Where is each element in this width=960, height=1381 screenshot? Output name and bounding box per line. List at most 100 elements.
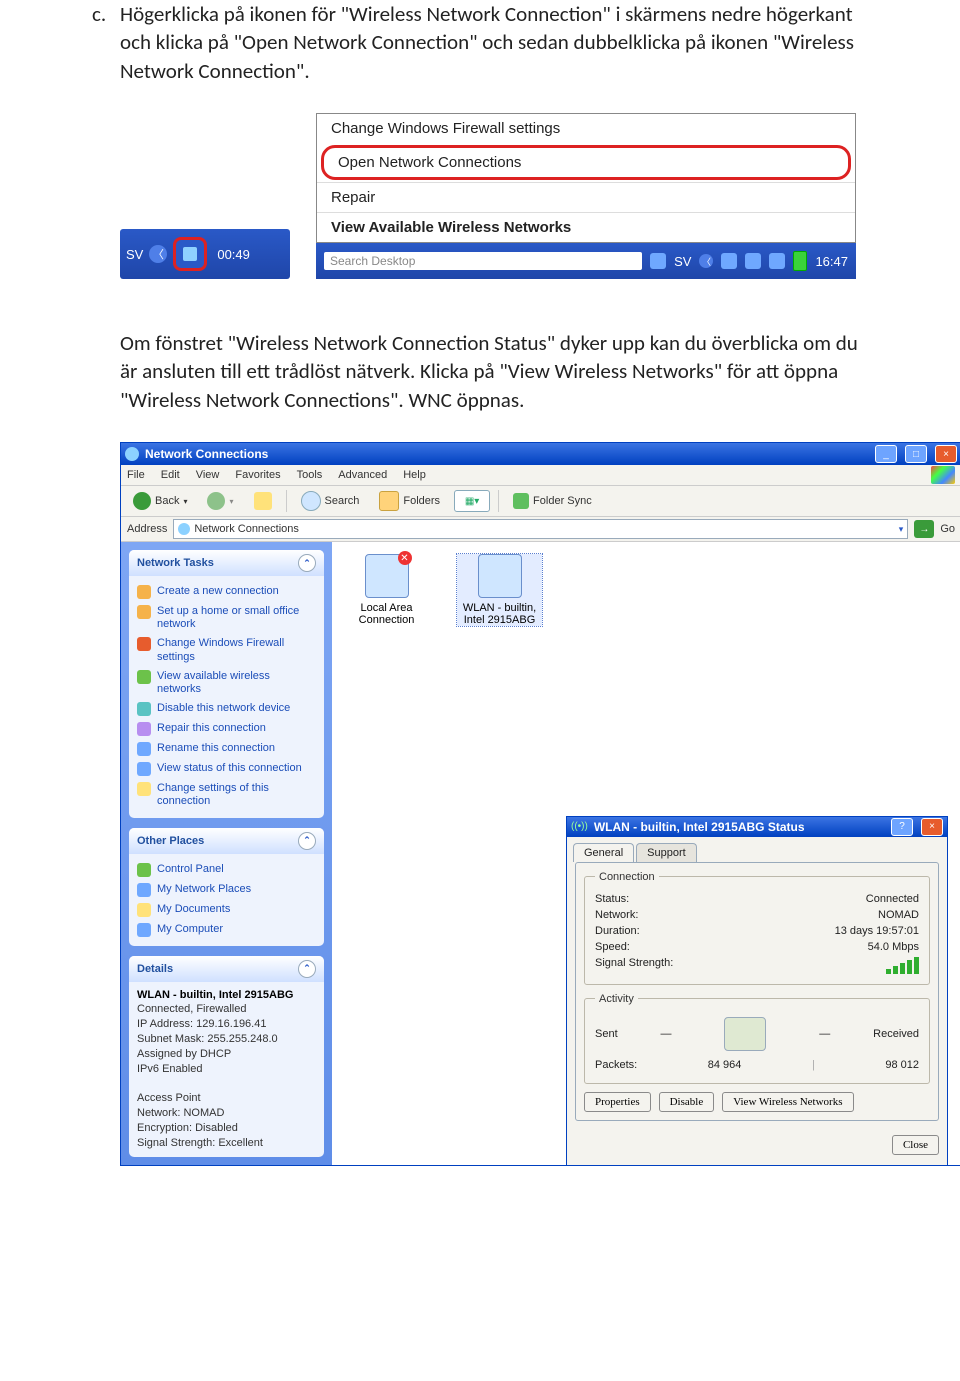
desktop-search-input[interactable]: Search Desktop <box>324 252 642 270</box>
windows-logo-icon <box>931 466 955 484</box>
network-label: Network: <box>595 909 638 921</box>
details-ap-label: Access Point <box>137 1092 201 1104</box>
views-button[interactable]: ▦▾ <box>454 490 490 512</box>
task-item[interactable]: Rename this connection <box>137 739 316 759</box>
collapse-icon[interactable]: ⌃ <box>298 554 316 572</box>
list-marker: c. <box>92 0 106 28</box>
connection-wlan[interactable]: WLAN - builtin, Intel 2915ABG <box>457 554 542 626</box>
tray-icon[interactable] <box>721 253 737 269</box>
task-item[interactable]: Change Windows Firewall settings <box>137 634 316 666</box>
details-name: WLAN - builtin, Intel 2915ABG <box>137 989 293 1001</box>
packets-label: Packets: <box>595 1059 637 1071</box>
clock: 16:47 <box>815 254 848 269</box>
activity-group: Activity Sent — — Received Packets: 84 9… <box>584 993 930 1084</box>
task-item[interactable]: Create a new connection <box>137 582 316 602</box>
language-indicator[interactable]: SV <box>674 254 691 269</box>
tray-expand-icon[interactable]: 〈 <box>149 245 167 263</box>
details-ip: 129.16.196.41 <box>196 1018 266 1030</box>
view-wireless-button[interactable]: View Wireless Networks <box>722 1092 853 1112</box>
place-item[interactable]: My Documents <box>137 900 316 920</box>
back-button[interactable]: Back▾ <box>127 490 193 512</box>
task-item[interactable]: View status of this connection <box>137 759 316 779</box>
address-dropdown-icon[interactable]: ▾ <box>899 524 904 535</box>
maximize-button[interactable]: □ <box>905 445 927 463</box>
menu-item-view-networks[interactable]: View Available Wireless Networks <box>317 212 855 242</box>
menu-advanced[interactable]: Advanced <box>338 469 387 481</box>
menu-item-open-connections[interactable]: Open Network Connections <box>321 145 851 180</box>
tray-expand-icon[interactable]: 〈 <box>699 254 713 268</box>
language-indicator[interactable]: SV <box>126 247 143 262</box>
tray-icon[interactable] <box>769 253 785 269</box>
window-title: Network Connections <box>145 447 867 461</box>
menu-edit[interactable]: Edit <box>161 469 180 481</box>
toolbar: Back▾ ▾ Search Folders ▦▾ Folder Sync <box>121 486 960 517</box>
place-item[interactable]: My Computer <box>137 920 316 940</box>
menu-favorites[interactable]: Favorites <box>235 469 280 481</box>
connection-group: Connection Status:Connected Network:NOMA… <box>584 871 930 985</box>
close-button[interactable]: × <box>921 818 943 836</box>
clock: 00:49 <box>217 247 250 262</box>
details-panel: Details⌃ WLAN - builtin, Intel 2915ABG C… <box>129 956 324 1157</box>
search-go-icon[interactable] <box>650 253 666 269</box>
received-label: Received <box>873 1028 919 1040</box>
go-button[interactable]: → <box>914 520 934 538</box>
disable-button[interactable]: Disable <box>659 1092 715 1112</box>
tray-icon[interactable] <box>745 253 761 269</box>
help-button[interactable]: ? <box>891 818 913 836</box>
close-button[interactable]: × <box>935 445 957 463</box>
packets-received: 98 012 <box>885 1059 919 1071</box>
details-mask: 255.255.248.0 <box>207 1033 277 1045</box>
menu-view[interactable]: View <box>196 469 220 481</box>
window-icon <box>125 447 139 461</box>
minimize-button[interactable]: _ <box>875 445 897 463</box>
duration-value: 13 days 19:57:01 <box>835 925 919 937</box>
collapse-icon[interactable]: ⌃ <box>298 832 316 850</box>
paragraph-1: Högerklicka på ikonen för "Wireless Netw… <box>120 1 854 84</box>
close-dialog-button[interactable]: Close <box>892 1135 939 1155</box>
folders-button[interactable]: Folders <box>373 489 446 513</box>
details-dhcp: Assigned by DHCP <box>137 1048 231 1060</box>
tab-support[interactable]: Support <box>636 843 697 862</box>
connection-label: Local Area Connection <box>359 602 415 626</box>
collapse-icon[interactable]: ⌃ <box>298 960 316 978</box>
details-ipv6: IPv6 Enabled <box>137 1063 202 1075</box>
forward-button[interactable]: ▾ <box>201 490 239 512</box>
taskbar-large: Search Desktop SV 〈 16:47 <box>316 243 856 279</box>
search-button[interactable]: Search <box>295 489 366 513</box>
connection-icon <box>478 554 522 598</box>
signal-bars-icon <box>886 957 919 974</box>
other-places-panel: Other Places⌃ Control Panel My Network P… <box>129 828 324 946</box>
titlebar[interactable]: Network Connections _ □ × <box>121 443 960 465</box>
signal-icon: ((•)) <box>571 821 588 832</box>
task-item[interactable]: View available wireless networks <box>137 667 316 699</box>
place-item[interactable]: My Network Places <box>137 880 316 900</box>
task-item[interactable]: Change settings of this connection <box>137 779 316 811</box>
taskbar-small: SV 〈 00:49 <box>120 229 290 279</box>
address-field[interactable]: Network Connections ▾ <box>173 519 908 539</box>
go-label: Go <box>940 523 955 535</box>
address-icon <box>178 523 190 535</box>
details-sig: Excellent <box>218 1137 263 1149</box>
wireless-tray-icon[interactable] <box>173 237 207 271</box>
menu-tools[interactable]: Tools <box>297 469 323 481</box>
task-item[interactable]: Set up a home or small office network <box>137 602 316 634</box>
tab-general[interactable]: General <box>573 843 634 862</box>
task-item[interactable]: Repair this connection <box>137 719 316 739</box>
menu-help[interactable]: Help <box>403 469 426 481</box>
details-state: Connected, Firewalled <box>137 1003 246 1015</box>
up-button[interactable] <box>248 490 278 512</box>
connection-local-area[interactable]: Local Area Connection <box>344 554 429 626</box>
menu-item-repair[interactable]: Repair <box>317 182 855 212</box>
details-ip-label: IP Address: <box>137 1018 193 1030</box>
status-label: Status: <box>595 893 629 905</box>
connection-label: WLAN - builtin, Intel 2915ABG <box>463 602 536 626</box>
menu-item-firewall[interactable]: Change Windows Firewall settings <box>317 114 855 143</box>
task-item[interactable]: Disable this network device <box>137 699 316 719</box>
battery-icon[interactable] <box>793 251 807 271</box>
menu-file[interactable]: File <box>127 469 145 481</box>
properties-button[interactable]: Properties <box>584 1092 651 1112</box>
place-item[interactable]: Control Panel <box>137 860 316 880</box>
speed-value: 54.0 Mbps <box>868 941 919 953</box>
activity-icon <box>724 1017 766 1051</box>
folder-sync-button[interactable]: Folder Sync <box>507 491 598 511</box>
